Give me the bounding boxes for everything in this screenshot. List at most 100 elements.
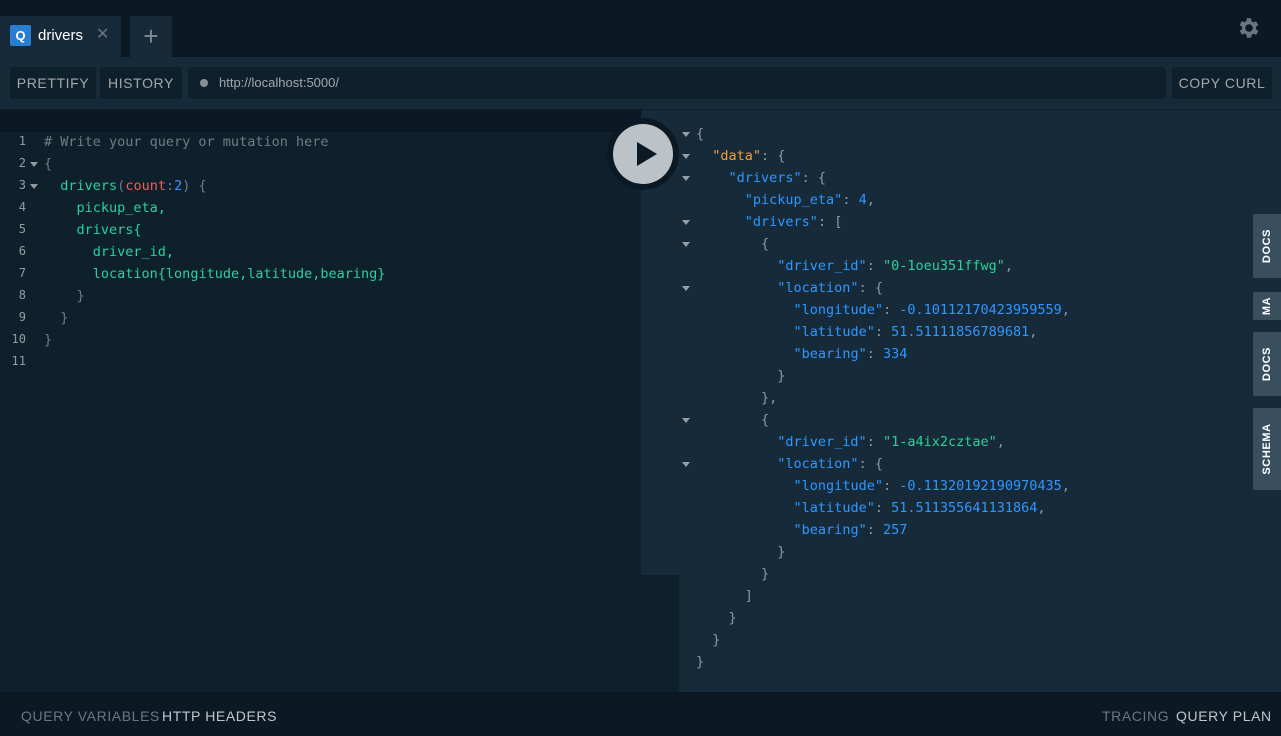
fold-arrow-icon[interactable]: [682, 176, 690, 181]
code-line-10: }: [44, 332, 52, 348]
json-line: ]: [696, 588, 753, 604]
gear-icon[interactable]: [1236, 15, 1262, 41]
json-key-driver-id: "driver_id": [777, 258, 867, 274]
tab-drivers[interactable]: Q drivers ✕: [0, 16, 121, 57]
copy-curl-button[interactable]: COPY CURL: [1172, 67, 1272, 99]
line-number: 1: [18, 134, 26, 148]
schema-side-tab-partial[interactable]: MA: [1253, 292, 1281, 320]
query-editor[interactable]: [0, 110, 641, 692]
json-line: {: [696, 412, 770, 428]
json-value-latitude: 51.511355641131864: [891, 500, 1038, 516]
fold-arrow-icon[interactable]: [682, 418, 690, 423]
line-number: 7: [18, 266, 26, 280]
tracing-tab[interactable]: TRACING: [1102, 708, 1169, 724]
json-line: }: [696, 566, 770, 582]
json-line: }: [696, 632, 721, 648]
json-line: "longitude": -0.10112170423959559,: [793, 302, 1070, 318]
json-line: "driver_id": "0-1oeu351ffwg",: [777, 258, 1014, 274]
json-line: "location": {: [777, 280, 883, 296]
line-number: 9: [18, 310, 26, 324]
json-key-longitude: "longitude": [793, 302, 883, 318]
json-line: }: [696, 610, 737, 626]
fold-arrow-icon[interactable]: [30, 162, 38, 167]
json-key-driver-id: "driver_id": [777, 434, 867, 450]
json-line: {: [696, 236, 770, 252]
code-argument-value: 2: [174, 178, 183, 194]
json-line: "driver_id": "1-a4ix2cztae",: [777, 434, 1005, 450]
fold-arrow-icon[interactable]: [682, 462, 690, 467]
fold-arrow-icon[interactable]: [682, 242, 690, 247]
line-number: 11: [11, 354, 26, 368]
close-icon[interactable]: ✕: [96, 26, 109, 44]
code-line-1: # Write your query or mutation here: [44, 134, 328, 150]
line-number: 3: [18, 178, 26, 192]
line-number: 5: [18, 222, 26, 236]
code-field-location: location{longitude,latitude,bearing}: [92, 266, 386, 282]
schema-side-tab[interactable]: SCHEMA: [1253, 408, 1281, 490]
code-brace: }: [44, 332, 53, 348]
json-line: "longitude": -0.11320192190970435,: [793, 478, 1070, 494]
result-panel-corner: [641, 575, 679, 692]
code-argument-name: count: [125, 178, 166, 194]
tab-bar: Q drivers ✕ +: [0, 0, 1281, 57]
json-value-driver-id: "0-1oeu351ffwg": [882, 258, 1005, 274]
code-field-drivers: drivers: [60, 178, 118, 194]
code-line-5: drivers{: [44, 222, 142, 238]
line-number: 6: [18, 244, 26, 258]
query-plan-tab[interactable]: QUERY PLAN: [1176, 708, 1272, 724]
side-tab-label: DOCS: [1261, 346, 1273, 382]
json-key-location: "location": [777, 280, 859, 296]
query-variables-tab[interactable]: QUERY VARIABLES: [21, 708, 160, 724]
line-number: 2: [18, 156, 26, 170]
json-value-bearing: 334: [882, 346, 908, 362]
side-tab-label: DOCS: [1261, 228, 1273, 264]
code-comment: # Write your query or mutation here: [44, 134, 329, 150]
json-value-pickup-eta: 4: [858, 192, 867, 208]
json-value-driver-id: "1-a4ix2cztae": [882, 434, 997, 450]
fold-arrow-icon[interactable]: [682, 286, 690, 291]
run-query-button[interactable]: [607, 118, 679, 190]
json-line: },: [696, 390, 778, 406]
code-line-7: location{longitude,latitude,bearing}: [44, 266, 386, 282]
json-key-pickup-eta: "pickup_eta": [744, 192, 843, 208]
json-line: "drivers": {: [728, 170, 827, 186]
json-line: {: [696, 126, 705, 142]
json-line: "drivers": [: [744, 214, 843, 230]
run-button-face: [613, 124, 673, 184]
code-brace: }: [60, 310, 69, 326]
json-value-latitude: 51.51111856789681: [891, 324, 1030, 340]
http-headers-tab[interactable]: HTTP HEADERS: [162, 708, 277, 724]
json-line: "location": {: [777, 456, 883, 472]
fold-arrow-icon[interactable]: [682, 154, 690, 159]
side-tab-label: MA: [1261, 296, 1273, 316]
docs-side-tab[interactable]: DOCS: [1253, 214, 1281, 278]
json-line: "latitude": 51.51111856789681,: [793, 324, 1038, 340]
json-line: "latitude": 51.511355641131864,: [793, 500, 1046, 516]
code-brace: }: [76, 288, 85, 304]
json-key-bearing: "bearing": [793, 346, 867, 362]
json-line: }: [696, 368, 786, 384]
endpoint-url-input[interactable]: http://localhost:5000/: [188, 67, 1166, 99]
json-key-data: "data": [712, 148, 762, 164]
fold-arrow-icon[interactable]: [30, 184, 38, 189]
json-line: }: [696, 654, 705, 670]
play-icon: [637, 142, 657, 166]
fold-arrow-icon[interactable]: [682, 132, 690, 137]
toolbar: PRETTIFY HISTORY http://localhost:5000/ …: [0, 57, 1281, 109]
history-button[interactable]: HISTORY: [100, 67, 182, 99]
fold-arrow-icon[interactable]: [682, 220, 690, 225]
tab-label: drivers: [38, 27, 84, 44]
code-field-pickup-eta: pickup_eta,: [76, 200, 166, 216]
json-line: "pickup_eta": 4,: [744, 192, 875, 208]
line-number: 8: [18, 288, 26, 302]
line-number: 10: [11, 332, 26, 346]
json-key-drivers: "drivers": [728, 170, 802, 186]
code-brace: {: [44, 156, 53, 172]
prettify-button[interactable]: PRETTIFY: [10, 67, 96, 99]
code-line-2: {: [44, 156, 52, 172]
json-key-latitude: "latitude": [793, 500, 875, 516]
code-field-driver-id: driver_id,: [92, 244, 175, 260]
json-line: "data": {: [712, 148, 786, 164]
add-tab-button[interactable]: +: [130, 16, 172, 57]
docs-side-tab[interactable]: DOCS: [1253, 332, 1281, 396]
